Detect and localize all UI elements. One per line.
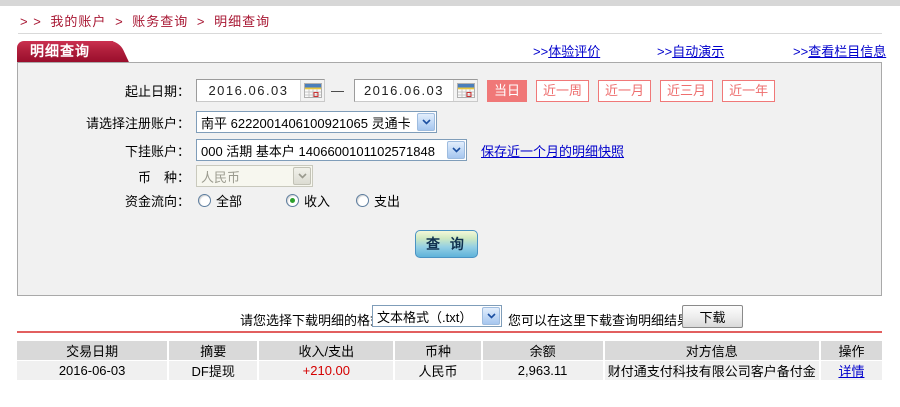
header-summary: 摘要 [169,341,257,360]
cell-counterparty: 财付通支付科技有限公司客户备付金 [605,361,819,380]
breadcrumb-separator: > [115,14,124,29]
radio-icon[interactable] [356,194,369,207]
link-auto-demo[interactable]: >>自动演示 [657,41,724,60]
date-range-row: 起止日期： — [18,79,881,102]
fund-flow-radio-group: 全部 收入 支出 [198,191,400,210]
fund-flow-label: 资金流向： [18,191,190,210]
sub-account-row: 下挂账户： 000 活期 基本户 1406600101102571848 保存近… [18,139,881,161]
radio-checked-icon[interactable] [286,194,299,207]
quick-range-3months-button[interactable]: 近三月 [660,80,713,102]
cell-action: 详情 [821,361,882,380]
quick-range-week-button[interactable]: 近一周 [536,80,589,102]
download-hint: 您可以在这里下载查询明细结果 [508,310,690,329]
breadcrumb-separator: > [197,14,206,29]
download-button[interactable]: 下载 [682,305,743,328]
radio-income[interactable]: 收入 [286,191,330,210]
sub-account-label: 下挂账户： [18,141,190,160]
cell-trade-date: 2016-06-03 [17,361,167,380]
cell-amount: +210.00 [259,361,393,380]
quick-range-year-button[interactable]: 近一年 [722,80,775,102]
registered-account-select[interactable]: 南平 6222001406100921065 灵通卡 [196,111,437,133]
download-format-label: 请您选择下载明细的格式 [240,310,383,329]
quick-range-today-button[interactable]: 当日 [487,80,527,102]
detail-link[interactable]: 详情 [838,364,864,379]
date-range-dash: — [331,83,344,98]
online-banking-page: > > 我的账户 > 账务查询 > 明细查询 明细查询 >>体验评价 >>自动演… [0,0,900,407]
currency-select: 人民币 [196,165,313,187]
transaction-table: 交易日期 摘要 收入/支出 币种 余额 对方信息 操作 2016-06-03 D… [15,340,884,381]
registered-account-label: 请选择注册账户： [18,113,190,132]
cell-summary: DF提现 [169,361,257,380]
date-range-label: 起止日期： [18,81,190,100]
query-form-panel: 起止日期： — [17,62,882,296]
breadcrumb-item-account-query[interactable]: 账务查询 [132,14,188,29]
chevron-down-icon [293,167,311,185]
currency-row: 币 种： 人民币 [18,165,881,187]
sub-account-select[interactable]: 000 活期 基本户 1406600101102571848 [196,139,467,161]
breadcrumb-item-detail-query: 明细查询 [214,14,270,29]
section-title-ribbon: 明细查询 [17,41,113,62]
radio-all[interactable]: 全部 [198,191,242,210]
fund-flow-row: 资金流向： 全部 收入 支出 [18,191,881,210]
chevron-down-icon [482,307,500,325]
section-title: 明细查询 [17,41,113,62]
link-column-info[interactable]: >>查看栏目信息 [793,41,886,60]
chevron-down-icon [417,113,435,131]
download-format-select[interactable]: 文本格式（.txt） [372,305,502,327]
breadcrumb-item-my-account[interactable]: 我的账户 [50,14,106,29]
table-row: 2016-06-03 DF提现 +210.00 人民币 2,963.11 财付通… [17,361,882,380]
radio-icon[interactable] [198,194,211,207]
breadcrumb-prefix: > > [20,14,42,29]
table-top-redline [17,331,882,333]
breadcrumb-divider [18,33,882,34]
registered-account-row: 请选择注册账户： 南平 6222001406100921065 灵通卡 [18,111,881,133]
currency-label: 币 种： [18,167,190,186]
date-from-input[interactable] [197,83,300,98]
chevron-down-icon [447,141,465,159]
date-to-field[interactable] [354,79,478,102]
header-action: 操作 [821,341,882,360]
breadcrumb: > > 我的账户 > 账务查询 > 明细查询 [20,11,274,30]
calendar-icon[interactable] [300,80,324,101]
link-experience-rating[interactable]: >>体验评价 [533,41,600,60]
quick-range-month-button[interactable]: 近一月 [598,80,651,102]
radio-expense[interactable]: 支出 [356,191,400,210]
header-counterparty: 对方信息 [605,341,819,360]
header-balance: 余额 [483,341,603,360]
table-header-row: 交易日期 摘要 收入/支出 币种 余额 对方信息 操作 [17,341,882,360]
query-button[interactable]: 查 询 [415,230,478,258]
top-gray-strip [0,0,900,6]
calendar-icon[interactable] [453,80,477,101]
cell-currency: 人民币 [395,361,480,380]
date-to-input[interactable] [355,83,453,98]
save-snapshot-link[interactable]: 保存近一个月的明细快照 [481,141,624,160]
header-trade-date: 交易日期 [17,341,167,360]
header-amount: 收入/支出 [259,341,393,360]
date-from-field[interactable] [196,79,325,102]
cell-balance: 2,963.11 [483,361,603,380]
header-currency: 币种 [395,341,480,360]
